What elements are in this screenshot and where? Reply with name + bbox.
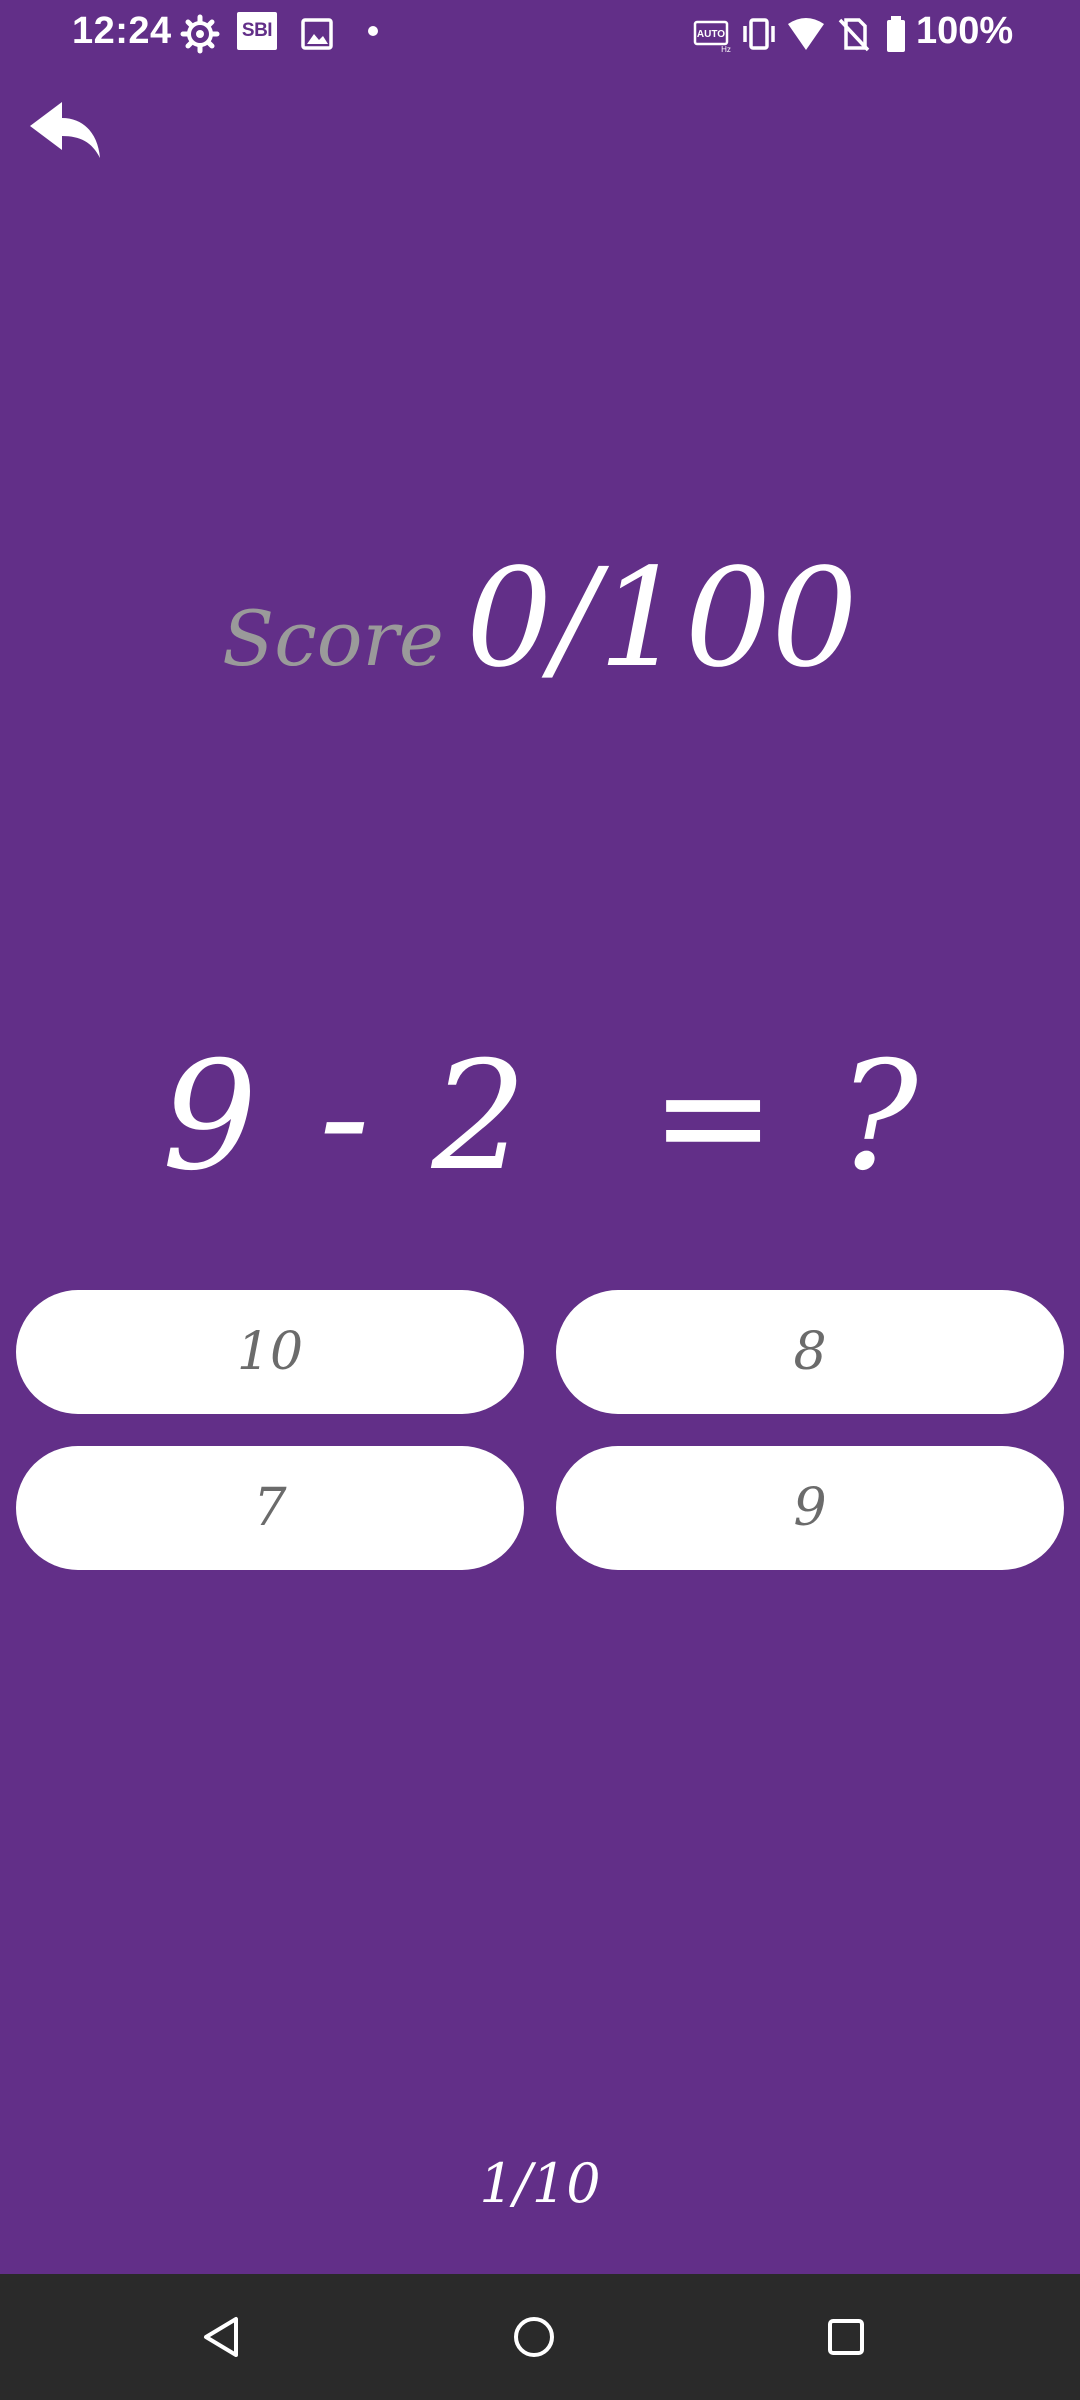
back-triangle-icon[interactable] [192, 2307, 252, 2367]
recents-square-icon[interactable] [816, 2307, 876, 2367]
question-progress: 1/10 [479, 2152, 601, 2215]
battery-percent: 100% [916, 10, 1014, 52]
vibrate-icon [743, 18, 775, 50]
sbi-badge: SBI [237, 12, 277, 50]
score-display: Score 0/100 [0, 540, 1080, 698]
home-circle-icon[interactable] [504, 2307, 564, 2367]
auto-hz-icon: AUTO Hz [693, 20, 731, 54]
notification-dot [368, 26, 378, 36]
math-question: 9 - 2 = ? [161, 1030, 919, 1204]
score-label: Score [222, 594, 444, 683]
status-bar: 12:24 SBI AUTO Hz 100% [0, 0, 1080, 64]
image-icon [301, 18, 333, 50]
wifi-icon [788, 18, 824, 50]
no-sim-icon [838, 18, 870, 52]
score-value: 0/100 [465, 540, 858, 698]
answer-button-4[interactable]: 9 [556, 1446, 1064, 1570]
back-reply-icon[interactable] [26, 96, 106, 164]
answer-button-3[interactable]: 7 [16, 1446, 524, 1570]
svg-text:AUTO: AUTO [697, 29, 725, 40]
battery-icon [887, 16, 905, 52]
status-time: 12:24 [72, 10, 172, 52]
answer-button-1[interactable]: 10 [16, 1290, 524, 1414]
svg-text:Hz: Hz [721, 45, 731, 54]
system-nav-bar [0, 2274, 1080, 2400]
answer-button-2[interactable]: 8 [556, 1290, 1064, 1414]
settings-gear-icon [180, 14, 220, 54]
